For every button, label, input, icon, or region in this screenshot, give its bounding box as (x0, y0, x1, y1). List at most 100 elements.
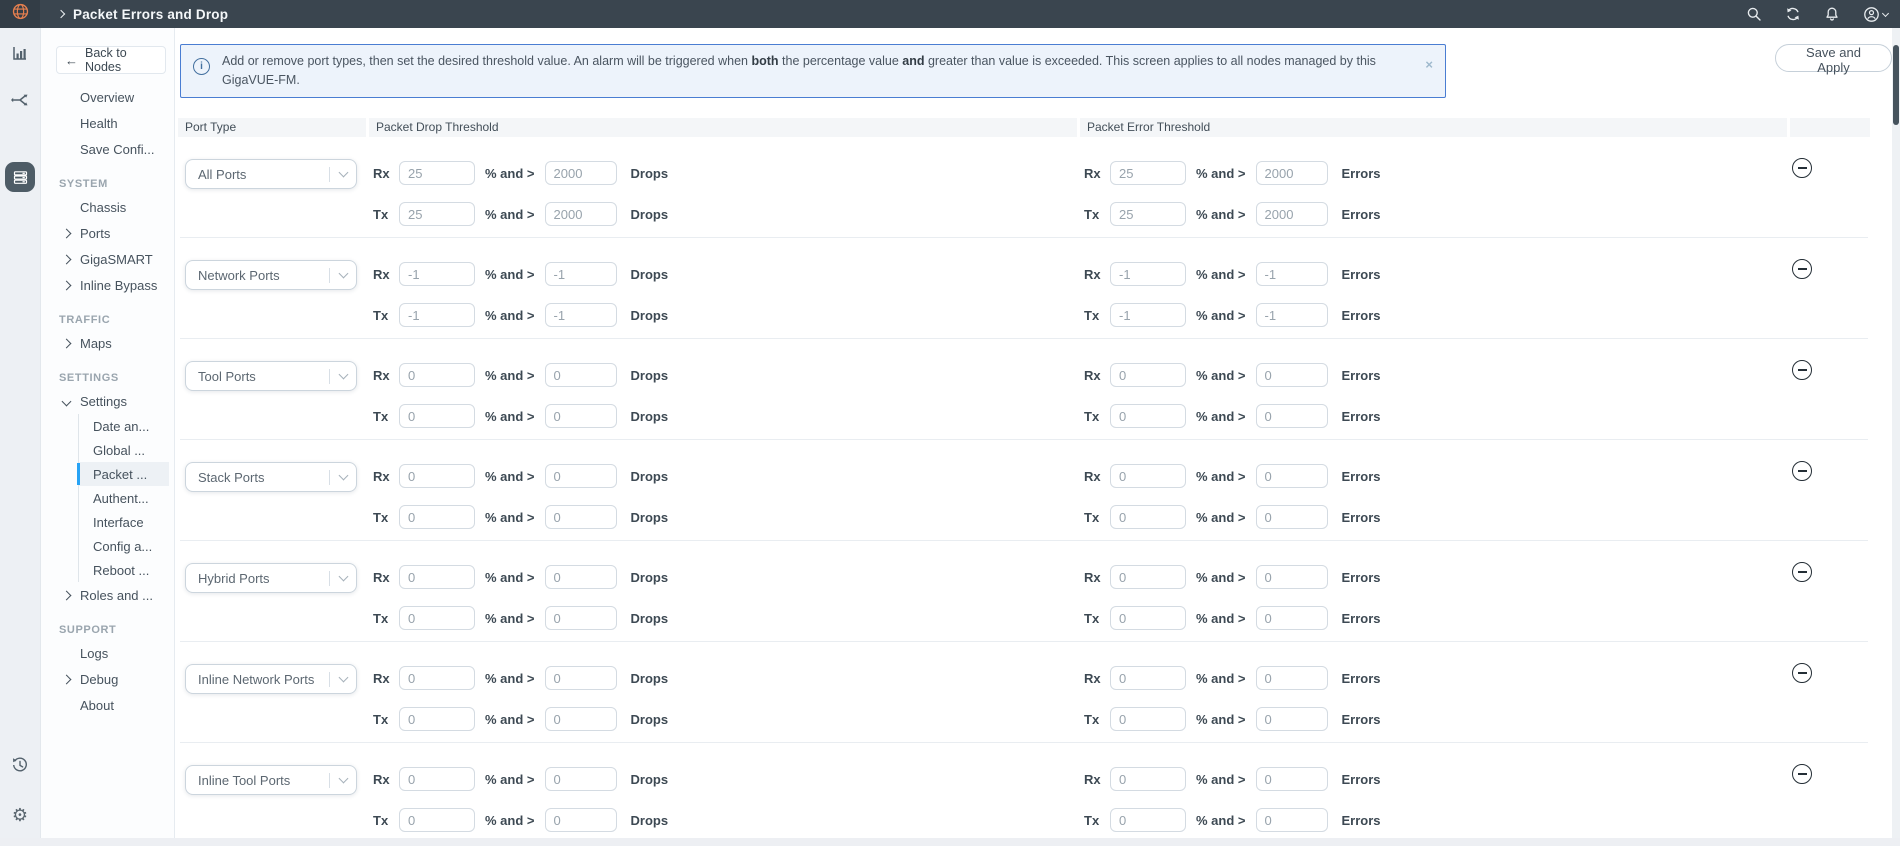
banner-close-icon[interactable]: × (1425, 58, 1433, 71)
sidebar-item-reboot[interactable]: Reboot ... (79, 558, 169, 582)
error-tx-count-input[interactable] (1256, 505, 1328, 529)
error-tx-percent-input[interactable] (1110, 606, 1186, 630)
sidebar-item-chassis[interactable]: Chassis (40, 194, 174, 220)
remove-row-button[interactable] (1792, 562, 1812, 582)
port-type-select-all-ports[interactable]: All Ports (185, 159, 357, 189)
error-rx-count-input[interactable] (1256, 565, 1328, 589)
back-to-nodes-button[interactable]: ← Back to Nodes (56, 46, 166, 74)
error-tx-percent-input[interactable] (1110, 404, 1186, 428)
error-tx-count-input[interactable] (1256, 606, 1328, 630)
error-tx-count-input[interactable] (1256, 707, 1328, 731)
traffic-split-icon[interactable] (0, 90, 40, 110)
drop-rx-percent-input[interactable] (399, 161, 475, 185)
port-type-select-stack-ports[interactable]: Stack Ports (185, 462, 357, 492)
sidebar-item-interface[interactable]: Interface (79, 510, 169, 534)
error-rx-count-input[interactable] (1256, 464, 1328, 488)
refresh-icon[interactable] (1785, 6, 1801, 22)
drop-tx-count-input[interactable] (545, 606, 617, 630)
drop-tx-percent-input[interactable] (399, 202, 475, 226)
sidebar-item-settings[interactable]: Settings (40, 388, 174, 414)
error-tx-percent-input[interactable] (1110, 202, 1186, 226)
drop-tx-count-input[interactable] (545, 505, 617, 529)
sidebar-item-inline-bypass[interactable]: Inline Bypass (40, 272, 174, 298)
sidebar-item-config-a[interactable]: Config a... (79, 534, 169, 558)
nodes-icon-active[interactable] (0, 162, 40, 192)
error-tx-percent-input[interactable] (1110, 707, 1186, 731)
error-tx-percent-input[interactable] (1110, 505, 1186, 529)
sidebar-item-save-confi[interactable]: Save Confi... (40, 136, 174, 162)
drop-tx-count-input[interactable] (545, 202, 617, 226)
error-rx-count-input[interactable] (1256, 666, 1328, 690)
gear-icon[interactable]: ⚙ (0, 806, 40, 824)
sidebar-item-ports[interactable]: Ports (40, 220, 174, 246)
bell-icon[interactable] (1824, 6, 1840, 22)
drop-tx-count-input[interactable] (545, 707, 617, 731)
sidebar-item-global[interactable]: Global ... (79, 438, 169, 462)
drop-rx-count-input[interactable] (545, 565, 617, 589)
drop-rx-count-input[interactable] (545, 161, 617, 185)
error-tx-count-input[interactable] (1256, 202, 1328, 226)
error-tx-percent-input[interactable] (1110, 303, 1186, 327)
drop-rx-count-input[interactable] (545, 767, 617, 791)
drop-tx-count-input[interactable] (545, 303, 617, 327)
error-tx-percent-input[interactable] (1110, 808, 1186, 832)
app-logo[interactable] (0, 0, 40, 28)
error-rx-percent-input[interactable] (1110, 363, 1186, 387)
port-type-select-hybrid-ports[interactable]: Hybrid Ports (185, 563, 357, 593)
port-type-select-network-ports[interactable]: Network Ports (185, 260, 357, 290)
user-avatar-icon[interactable] (1863, 6, 1888, 23)
error-rx-percent-input[interactable] (1110, 161, 1186, 185)
sidebar-item-roles-and[interactable]: Roles and ... (40, 582, 174, 608)
drop-tx-percent-input[interactable] (399, 505, 475, 529)
error-rx-count-input[interactable] (1256, 363, 1328, 387)
error-rx-percent-input[interactable] (1110, 262, 1186, 286)
drop-rx-count-input[interactable] (545, 363, 617, 387)
error-rx-count-input[interactable] (1256, 262, 1328, 286)
drop-tx-percent-input[interactable] (399, 303, 475, 327)
sidebar-item-maps[interactable]: Maps (40, 330, 174, 356)
error-rx-percent-input[interactable] (1110, 767, 1186, 791)
drop-rx-count-input[interactable] (545, 464, 617, 488)
error-tx-count-input[interactable] (1256, 404, 1328, 428)
sidebar-item-date-an[interactable]: Date an... (79, 414, 169, 438)
drop-tx-percent-input[interactable] (399, 404, 475, 428)
error-rx-percent-input[interactable] (1110, 464, 1186, 488)
sidebar-item-packet[interactable]: Packet ... (79, 462, 169, 486)
error-rx-percent-input[interactable] (1110, 666, 1186, 690)
drop-rx-percent-input[interactable] (399, 666, 475, 690)
drop-tx-percent-input[interactable] (399, 808, 475, 832)
dashboard-chart-icon[interactable] (0, 44, 40, 62)
remove-row-button[interactable] (1792, 158, 1812, 178)
error-rx-count-input[interactable] (1256, 767, 1328, 791)
drop-tx-count-input[interactable] (545, 404, 617, 428)
error-tx-count-input[interactable] (1256, 303, 1328, 327)
remove-row-button[interactable] (1792, 461, 1812, 481)
drop-tx-count-input[interactable] (545, 808, 617, 832)
sidebar-item-authent[interactable]: Authent... (79, 486, 169, 510)
horizontal-scrollbar-track[interactable] (0, 838, 1900, 846)
save-and-apply-button[interactable]: Save and Apply (1775, 44, 1892, 72)
remove-row-button[interactable] (1792, 360, 1812, 380)
drop-rx-percent-input[interactable] (399, 464, 475, 488)
error-rx-count-input[interactable] (1256, 161, 1328, 185)
vertical-scrollbar[interactable] (1892, 28, 1900, 838)
search-icon[interactable] (1746, 6, 1762, 22)
remove-row-button[interactable] (1792, 764, 1812, 784)
drop-rx-count-input[interactable] (545, 666, 617, 690)
remove-row-button[interactable] (1792, 259, 1812, 279)
sidebar-item-gigasmart[interactable]: GigaSMART (40, 246, 174, 272)
sidebar-item-health[interactable]: Health (40, 110, 174, 136)
port-type-select-inline-network-ports[interactable]: Inline Network Ports (185, 664, 357, 694)
sidebar-item-logs[interactable]: Logs (40, 640, 174, 666)
drop-tx-percent-input[interactable] (399, 606, 475, 630)
port-type-select-inline-tool-ports[interactable]: Inline Tool Ports (185, 765, 357, 795)
drop-rx-percent-input[interactable] (399, 363, 475, 387)
vertical-scrollbar-thumb[interactable] (1893, 45, 1899, 125)
drop-rx-percent-input[interactable] (399, 565, 475, 589)
error-tx-count-input[interactable] (1256, 808, 1328, 832)
remove-row-button[interactable] (1792, 663, 1812, 683)
sidebar-item-debug[interactable]: Debug (40, 666, 174, 692)
drop-rx-count-input[interactable] (545, 262, 617, 286)
port-type-select-tool-ports[interactable]: Tool Ports (185, 361, 357, 391)
drop-tx-percent-input[interactable] (399, 707, 475, 731)
